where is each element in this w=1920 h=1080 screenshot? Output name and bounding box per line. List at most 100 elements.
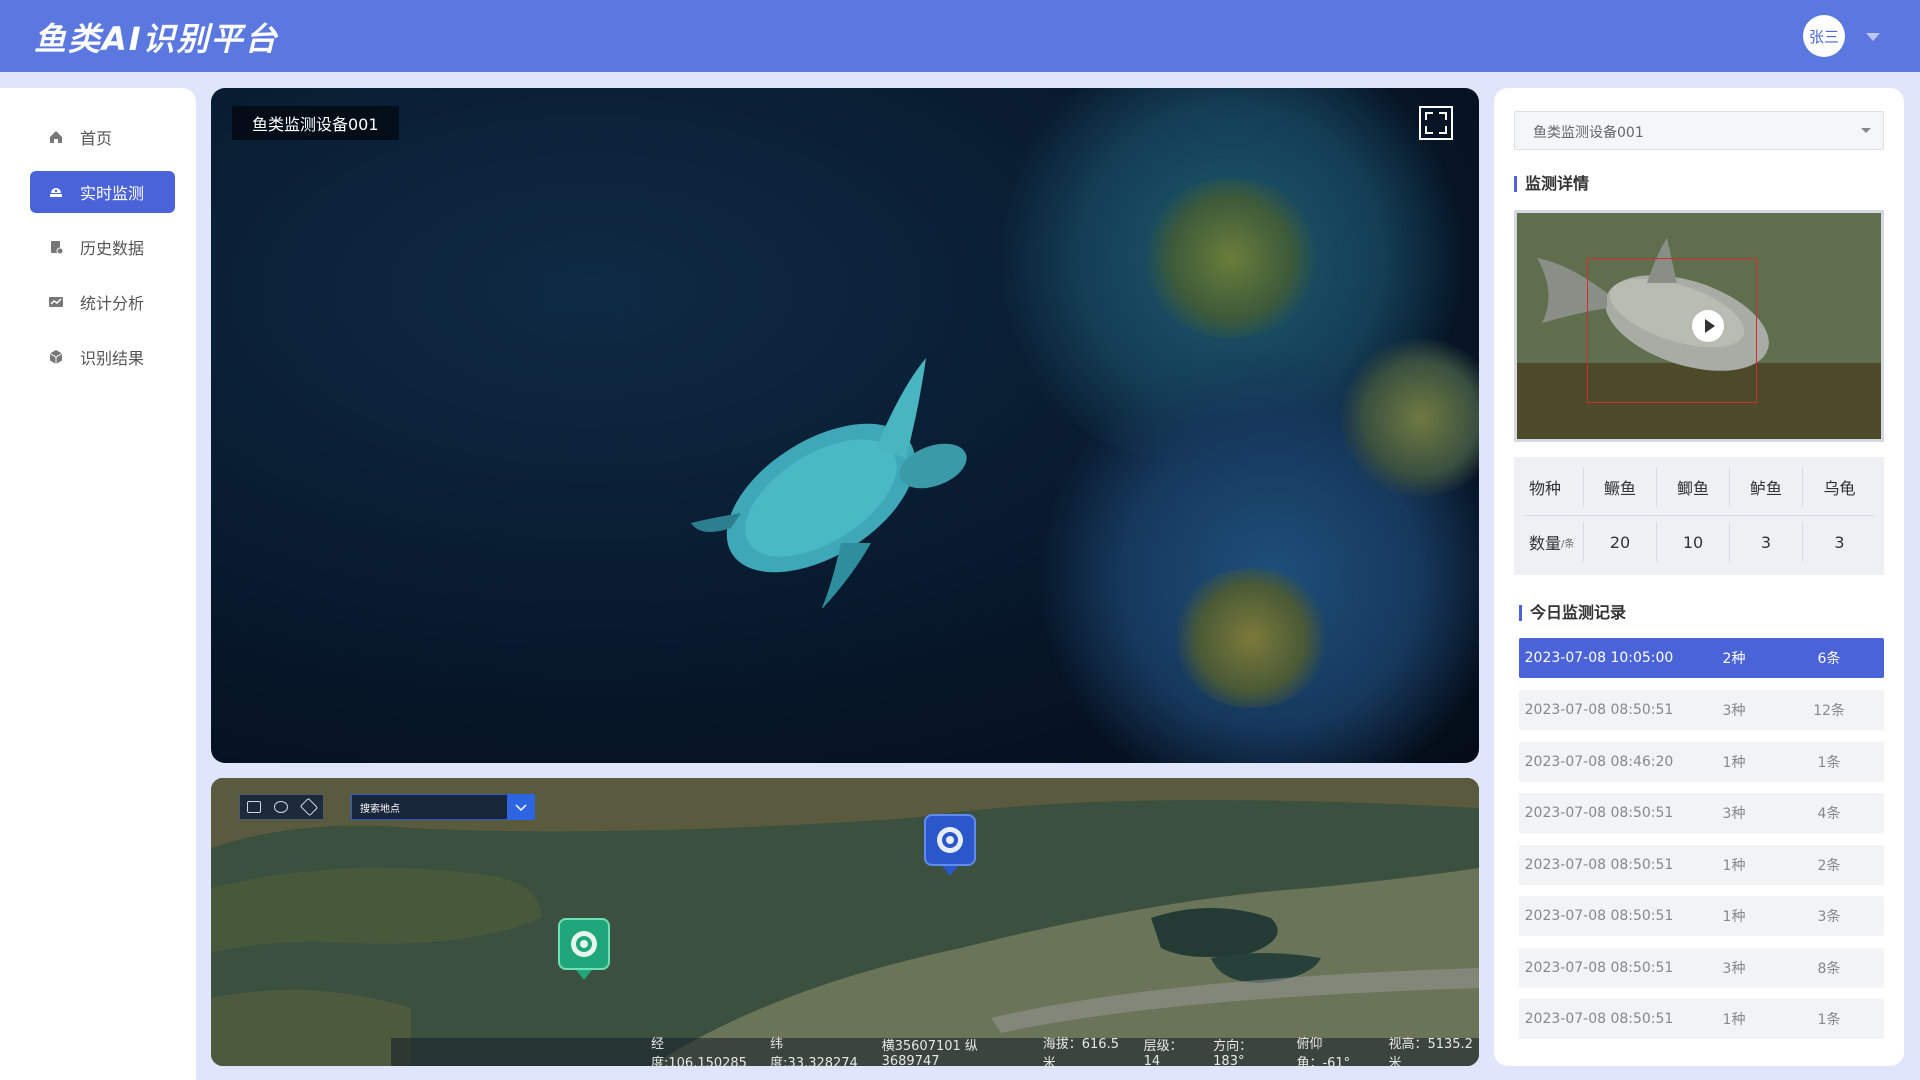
marker-pointer xyxy=(576,970,592,980)
species-header-label: 物种 xyxy=(1514,467,1584,507)
fullscreen-icon[interactable] xyxy=(1419,106,1453,140)
chevron-down-icon xyxy=(1861,128,1871,133)
record-time: 2023-07-08 08:50:51 xyxy=(1524,702,1674,718)
record-kinds: 1种 xyxy=(1722,755,1746,771)
sidebar-item-label: 首页 xyxy=(80,129,113,148)
species-count: 10 xyxy=(1657,522,1730,562)
detection-snapshot[interactable] xyxy=(1514,210,1884,442)
sidebar-item-realtime-monitor[interactable]: 实时监测 xyxy=(30,171,175,213)
chevron-down-icon xyxy=(515,803,527,811)
draw-icon[interactable] xyxy=(299,797,319,817)
record-kinds: 2种 xyxy=(1722,651,1746,667)
sea-turtle-image xyxy=(691,358,967,608)
top-header: 鱼类AI识别平台 张三 xyxy=(0,0,1920,72)
map-terrain xyxy=(211,778,1479,1066)
record-count: 6条 xyxy=(1817,651,1841,667)
record-time: 2023-07-08 08:46:20 xyxy=(1524,754,1674,770)
record-kinds: 1种 xyxy=(1722,858,1746,874)
record-kinds: 3种 xyxy=(1722,806,1746,822)
monitor-icon xyxy=(48,184,64,200)
record-kinds: 1种 xyxy=(1722,1012,1746,1028)
map-status-bar: 经度:106.150285 纬度:33.328274 横35607101 纵36… xyxy=(391,1037,1479,1066)
image-icon[interactable] xyxy=(246,801,261,813)
sidebar-item-label: 历史数据 xyxy=(80,239,145,258)
user-avatar[interactable]: 张三 xyxy=(1803,15,1845,57)
camera-icon xyxy=(571,931,597,957)
record-time: 2023-07-08 10:05:00 xyxy=(1524,650,1674,666)
record-time: 2023-07-08 08:50:51 xyxy=(1524,1011,1674,1027)
device-select[interactable]: 鱼类监测设备001 xyxy=(1514,111,1884,150)
projection-readout: 横35607101 纵3689747 xyxy=(881,1039,978,1066)
map-search-dropdown-button[interactable] xyxy=(507,794,535,820)
pitch-readout: 俯仰角：-61° xyxy=(1296,1037,1351,1066)
record-kinds: 3种 xyxy=(1722,961,1746,977)
chart-icon xyxy=(48,294,64,310)
sidebar-item-history[interactable]: 历史数据 xyxy=(30,226,175,268)
record-count: 12条 xyxy=(1813,703,1845,719)
device-marker-blue[interactable] xyxy=(924,814,976,866)
count-header-label: 数量/条 xyxy=(1514,522,1584,562)
record-row[interactable]: 2023-07-08 08:50:51 1种 2条 xyxy=(1519,845,1884,885)
species-count: 3 xyxy=(1834,532,1845,552)
app-title: 鱼类AI识别平台 xyxy=(34,20,279,58)
record-row[interactable]: 2023-07-08 08:50:51 1种 3条 xyxy=(1519,896,1884,936)
coral-yellow-1 xyxy=(1141,178,1321,338)
table-divider xyxy=(1524,515,1874,516)
detail-section-title: 监测详情 xyxy=(1514,176,1589,192)
species-name: 鳜鱼 xyxy=(1584,467,1657,507)
species-count: 20 xyxy=(1584,522,1657,562)
layers-icon[interactable] xyxy=(274,801,289,813)
count-unit: /条 xyxy=(1561,538,1575,550)
live-video-feed[interactable]: 鱼类监测设备001 xyxy=(211,88,1479,763)
sidebar-item-results[interactable]: 识别结果 xyxy=(30,336,175,378)
record-count: 1条 xyxy=(1817,755,1841,771)
record-count: 4条 xyxy=(1817,806,1841,822)
longitude-readout: 经度:106.150285 xyxy=(651,1037,747,1066)
sidebar-item-label: 识别结果 xyxy=(80,349,145,368)
sidebar-item-label: 统计分析 xyxy=(80,294,145,313)
sidebar-item-label: 实时监测 xyxy=(80,184,145,203)
record-row[interactable]: 2023-07-08 08:50:51 1种 1条 xyxy=(1519,999,1884,1039)
play-icon[interactable] xyxy=(1692,310,1724,342)
species-row: 物种 鳜鱼 鲫鱼 鲈鱼 乌龟 xyxy=(1514,462,1884,512)
record-time: 2023-07-08 08:50:51 xyxy=(1524,857,1674,873)
zoom-level-readout: 层级：14 xyxy=(1143,1039,1183,1066)
sidebar-item-home[interactable]: 首页 xyxy=(30,116,175,158)
direction-readout: 方向：183° xyxy=(1213,1039,1253,1066)
sidebar: 首页 实时监测 历史数据 统计分析 识别结果 xyxy=(0,88,196,1080)
detection-bounding-box xyxy=(1587,258,1757,403)
satellite-map[interactable]: 搜索地点 经度:106.150285 纬度:33.328274 横3560710… xyxy=(211,778,1479,1066)
count-row: 数量/条 20 10 3 3 xyxy=(1514,517,1884,567)
view-height-readout: 视高：5135.2米 xyxy=(1388,1037,1473,1066)
record-kinds: 3种 xyxy=(1722,703,1746,719)
species-count: 3 xyxy=(1730,522,1803,562)
camera-icon xyxy=(937,827,963,853)
record-row[interactable]: 2023-07-08 08:46:20 1种 1条 xyxy=(1519,742,1884,782)
record-time: 2023-07-08 08:50:51 xyxy=(1524,960,1674,976)
record-kinds: 1种 xyxy=(1722,909,1746,925)
marker-pointer xyxy=(942,866,958,876)
species-name: 鲈鱼 xyxy=(1730,467,1803,507)
records-section-title: 今日监测记录 xyxy=(1519,605,1626,621)
record-count: 3条 xyxy=(1817,909,1841,925)
device-marker-green[interactable] xyxy=(558,918,610,970)
record-time: 2023-07-08 08:50:51 xyxy=(1524,805,1674,821)
home-icon xyxy=(48,129,64,145)
species-name: 乌龟 xyxy=(1823,479,1856,498)
device-select-value: 鱼类监测设备001 xyxy=(1533,125,1644,141)
latitude-readout: 纬度:33.328274 xyxy=(770,1037,858,1066)
user-menu-chevron-down-icon[interactable] xyxy=(1866,33,1880,41)
sidebar-item-statistics[interactable]: 统计分析 xyxy=(30,281,175,323)
record-row[interactable]: 2023-07-08 10:05:00 2种 6条 xyxy=(1519,638,1884,678)
altitude-readout: 海拔：616.5米 xyxy=(1042,1037,1119,1066)
record-count: 8条 xyxy=(1817,961,1841,977)
video-device-label: 鱼类监测设备001 xyxy=(232,106,399,140)
record-count: 1条 xyxy=(1817,1012,1841,1028)
record-row[interactable]: 2023-07-08 08:50:51 3种 12条 xyxy=(1519,690,1884,730)
record-row[interactable]: 2023-07-08 08:50:51 3种 8条 xyxy=(1519,948,1884,988)
cube-icon xyxy=(48,349,64,365)
record-row[interactable]: 2023-07-08 08:50:51 3种 4条 xyxy=(1519,793,1884,833)
species-count-table: 物种 鳜鱼 鲫鱼 鲈鱼 乌龟 数量/条 20 10 3 3 xyxy=(1514,457,1884,575)
count-label-text: 数量 xyxy=(1529,534,1562,553)
map-toolbar xyxy=(239,794,324,820)
